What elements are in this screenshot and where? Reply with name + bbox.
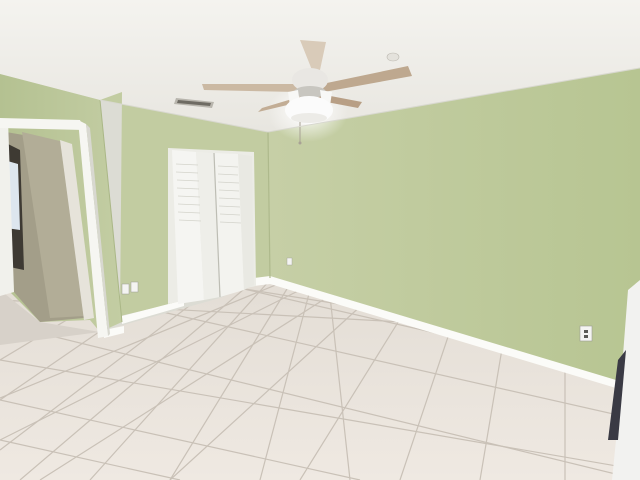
outlet-right-wall — [579, 325, 593, 342]
fan-chain-bead — [298, 141, 302, 145]
smoke-detector — [386, 52, 400, 62]
room-photo — [0, 0, 640, 480]
outlet-small — [286, 257, 293, 266]
closet[interactable] — [168, 148, 256, 304]
door-frame-top — [0, 118, 84, 130]
fan-light-shadow — [291, 113, 327, 123]
